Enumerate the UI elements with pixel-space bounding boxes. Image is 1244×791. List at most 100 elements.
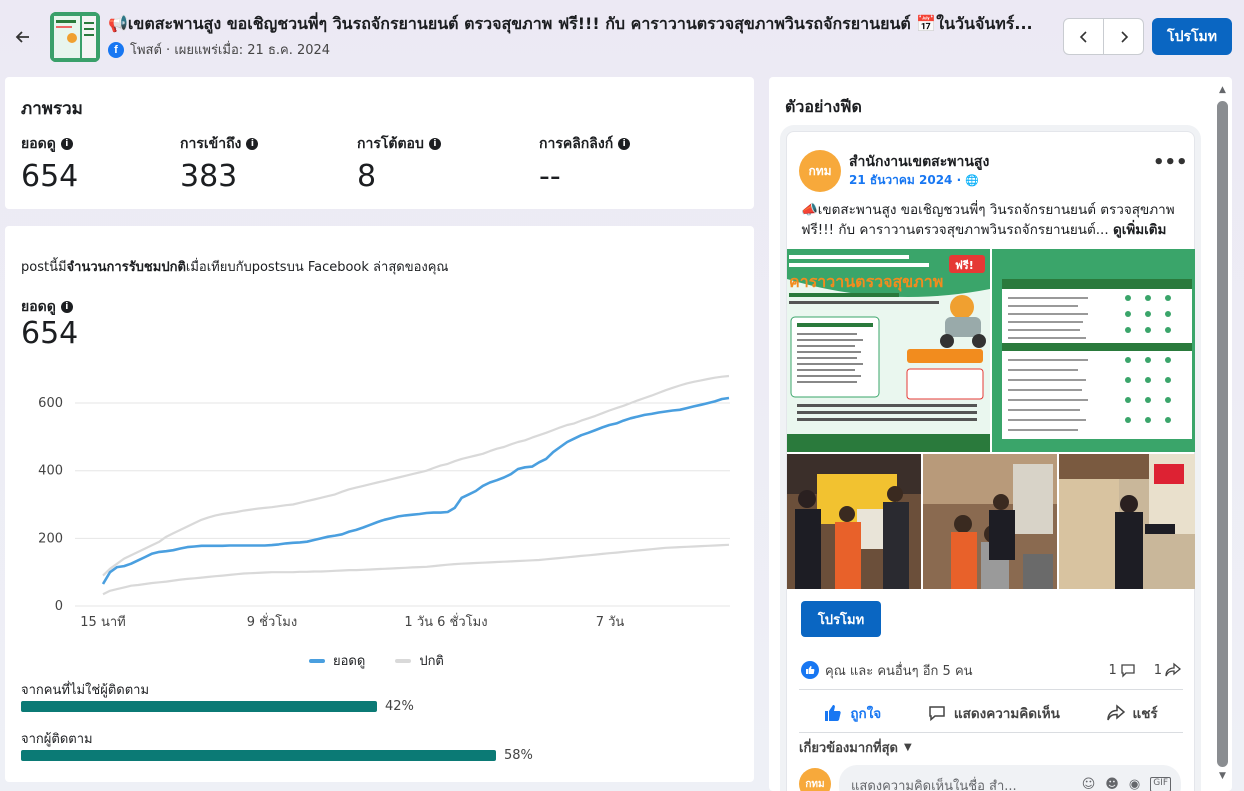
comparison-text: postนี้มีจำนวนการรับชมปกติเมื่อเทียบกับp… — [21, 256, 449, 277]
y-tick-label: 600 — [38, 396, 63, 411]
feed-post: กทม สำนักงานเขตสะพานสูง 21 ธันวาคม 2024 … — [786, 131, 1195, 791]
post-date-text: 21 ธันวาคม 2024 · — [849, 173, 962, 187]
reactions-text[interactable]: คุณ และ คนอื่นๆ อีก 5 คน — [825, 660, 973, 681]
globe-icon: 🌐 — [965, 174, 979, 187]
like-reaction-icon[interactable] — [801, 661, 819, 679]
like-label: ถูกใจ — [850, 706, 882, 722]
y-tick-label: 0 — [55, 599, 63, 614]
post-image-checklist[interactable] — [992, 249, 1195, 452]
metric-label: การโต้ตอบ — [357, 136, 424, 152]
reaction-row: คุณ และ คนอื่นๆ อีก 5 คน 1 1 — [801, 659, 1181, 681]
comment-placeholder: แสดงความคิดเห็นในชื่อ สำ... — [851, 779, 1017, 791]
post-image-poster[interactable]: ฟรี! คาราวานตรวจสุขภาพ — [787, 249, 990, 452]
info-icon[interactable]: i — [618, 138, 631, 150]
post-text: 📣เขตสะพานสูง ขอเชิญชวนพี่ๆ วินรถจักรยานย… — [801, 200, 1181, 240]
post-title: 📢เขตสะพานสูง ขอเชิญชวนพี่ๆ วินรถจักรยานย… — [108, 14, 1033, 33]
legend-label: ปกติ — [419, 654, 444, 669]
metric-value: -- — [539, 159, 561, 194]
post-nav — [1063, 18, 1144, 55]
info-icon[interactable]: i — [60, 138, 73, 150]
x-tick-label: 15 นาที — [80, 614, 125, 630]
x-tick-label: 1 วัน 6 ชั่วโมง — [404, 613, 487, 630]
follower-label: จากผู้ติดตาม — [21, 732, 93, 747]
info-icon[interactable]: i — [60, 301, 73, 313]
non-follower-bar — [21, 701, 377, 712]
more-options-icon[interactable]: ••• — [1153, 152, 1188, 173]
metric-views: ยอดดู i 654 — [21, 133, 78, 194]
legend-swatch — [395, 658, 412, 663]
scroll-down-icon[interactable]: ▼ — [1217, 771, 1228, 781]
thumbs-up-icon — [825, 705, 842, 721]
like-button[interactable]: ถูกใจ — [824, 702, 881, 724]
comment-icon — [929, 706, 945, 722]
poster-badge: ฟรี! — [955, 259, 974, 272]
info-icon[interactable]: i — [246, 138, 259, 150]
camera-icon[interactable]: ◉ — [1129, 777, 1140, 791]
page-avatar[interactable]: กทม — [799, 150, 841, 192]
poster-title: คาราวานตรวจสุขภาพ — [789, 272, 943, 292]
promote-button-header[interactable]: โปรโมท — [1152, 18, 1232, 55]
non-follower-label: จากคนที่ไม่ใช่ผู้ติดตาม — [21, 683, 150, 698]
series-line-views[interactable] — [101, 396, 730, 585]
non-follower-percent: 42% — [385, 699, 414, 714]
post-photo-3[interactable] — [1059, 454, 1195, 589]
legend-label: ยอดดู — [333, 654, 366, 669]
y-tick-label: 200 — [38, 531, 63, 546]
scrollbar-thumb[interactable] — [1217, 101, 1228, 767]
share-icon — [1165, 662, 1181, 677]
compare-bold: จำนวนการรับชมปกติ — [66, 260, 186, 275]
post-date[interactable]: 21 ธันวาคม 2024 · 🌐 — [849, 171, 979, 190]
post-photo-2[interactable] — [923, 454, 1057, 589]
metric-reach: การเข้าถึง i 383 — [180, 133, 259, 194]
follower-percent: 58% — [504, 748, 533, 763]
share-count[interactable]: 1 — [1154, 662, 1181, 678]
views-label-text: ยอดดู — [21, 299, 56, 315]
series-line-normal[interactable] — [102, 543, 730, 596]
chart-legend: ยอดดู ปกติ — [309, 650, 444, 671]
legend-item-normal[interactable]: ปกติ — [395, 650, 444, 671]
metric-label: ยอดดู — [21, 136, 56, 152]
x-tick-label: 9 ชั่วโมง — [247, 613, 297, 630]
legend-swatch — [309, 658, 325, 663]
emoji-icon[interactable]: ☻ — [1105, 777, 1119, 791]
comment-tools: ☺ ☻ ◉ GIF — [1082, 777, 1171, 791]
share-count-value: 1 — [1153, 662, 1162, 678]
chevron-left-icon — [1079, 30, 1087, 43]
see-more-link[interactable]: ดูเพิ่มเติม — [1113, 222, 1166, 238]
back-button[interactable] — [10, 25, 36, 51]
commenter-avatar: กทม — [799, 768, 831, 791]
previous-post-button[interactable] — [1064, 19, 1103, 54]
metric-value: 8 — [357, 159, 377, 194]
legend-item-views[interactable]: ยอดดู — [309, 650, 365, 671]
caret-down-icon: ▼ — [903, 742, 912, 753]
share-button[interactable]: แชร์ — [1106, 702, 1158, 724]
comment-count[interactable]: 1 — [1108, 662, 1135, 678]
views-value: 654 — [21, 316, 79, 351]
metric-value: 654 — [21, 159, 79, 194]
views-label: ยอดดู i — [21, 296, 73, 318]
post-meta: โพสต์ · เผยแพร่เมื่อ: 21 ธ.ค. 2024 — [130, 43, 331, 58]
facebook-icon: f — [108, 41, 124, 58]
views-detail-card: postนี้มีจำนวนการรับชมปกติเมื่อเทียบกับp… — [5, 226, 754, 782]
comment-button[interactable]: แสดงความคิดเห็น — [928, 702, 1060, 724]
info-icon[interactable]: i — [428, 138, 441, 150]
comment-count-value: 1 — [1108, 662, 1117, 678]
promote-button-post[interactable]: โปรโมท — [801, 601, 881, 637]
comment-label: แสดงความคิดเห็น — [953, 706, 1060, 722]
next-post-button[interactable] — [1103, 19, 1143, 54]
gif-icon[interactable]: GIF — [1150, 777, 1171, 791]
y-tick-label: 400 — [38, 464, 63, 479]
post-subtitle: f โพสต์ · เผยแพร่เมื่อ: 21 ธ.ค. 2024 — [108, 39, 330, 60]
share-label: แชร์ — [1132, 706, 1158, 722]
post-photo-1[interactable] — [787, 454, 921, 589]
engagement-counts: 1 1 — [1108, 662, 1181, 678]
comment-input[interactable]: แสดงความคิดเห็นในชื่อ สำ... ☺ ☻ ◉ GIF — [839, 765, 1181, 791]
page-name[interactable]: สำนักงานเขตสะพานสูง — [849, 151, 989, 173]
metric-label: การคลิกลิงก์ — [539, 136, 614, 152]
comment-sort-dropdown[interactable]: เกี่ยวข้องมากที่สุด ▼ — [799, 737, 912, 758]
sticker-icon[interactable]: ☺ — [1082, 777, 1096, 791]
scroll-up-icon[interactable]: ▲ — [1217, 85, 1228, 95]
post-thumbnail — [50, 12, 100, 62]
metric-label: การเข้าถึง — [180, 136, 242, 152]
post-header: 📢เขตสะพานสูง ขอเชิญชวนพี่ๆ วินรถจักรยานย… — [0, 0, 1244, 76]
